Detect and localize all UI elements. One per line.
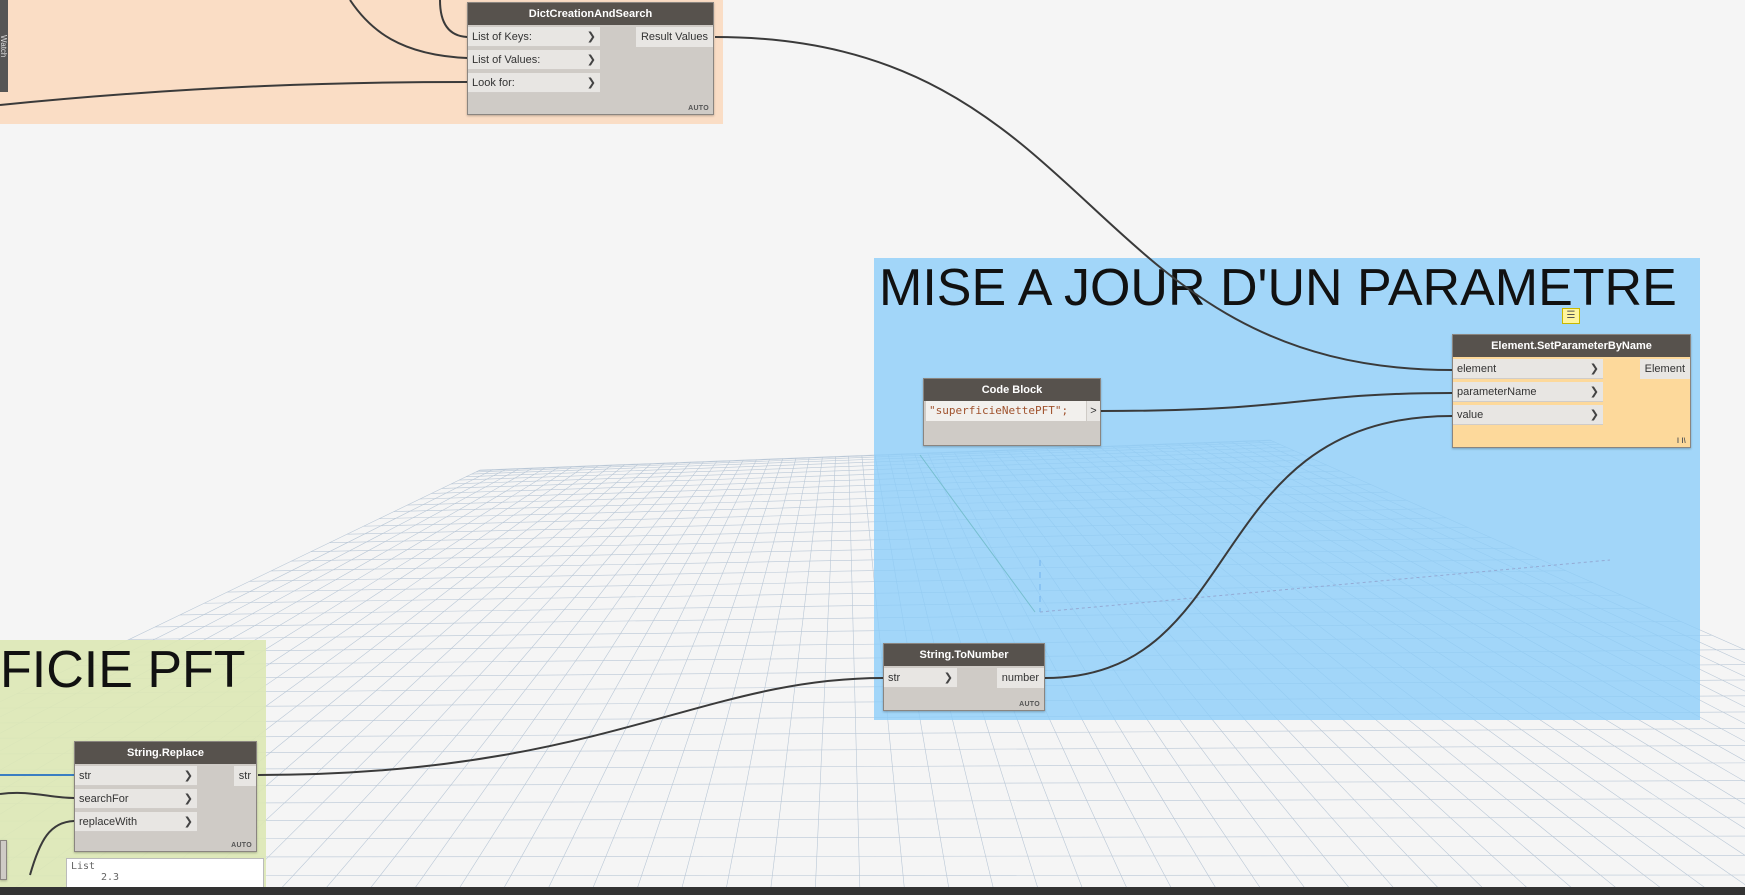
group-title: FICIE PFT [0, 641, 246, 699]
grid-line [499, 459, 744, 895]
grid-line [589, 458, 770, 895]
node-title: DictCreationAndSearch [468, 3, 713, 25]
note-icon[interactable]: ☰ [1562, 308, 1580, 324]
input-port-str[interactable]: str ❯ [75, 766, 197, 786]
port-label: Look for: [472, 77, 515, 89]
lacing-indicator: AUTO [688, 105, 709, 112]
grid-line [814, 456, 836, 895]
grid-line [848, 455, 861, 895]
input-port-list-of-values[interactable]: List of Values: ❯ [468, 50, 600, 70]
input-port-str[interactable]: str ❯ [884, 668, 957, 688]
chevron-right-icon: ❯ [586, 30, 596, 43]
port-label: searchFor [79, 793, 129, 805]
input-port-look-for[interactable]: Look for: ❯ [468, 73, 600, 93]
grid-line [634, 458, 784, 895]
input-port-element[interactable]: element ❯ [1453, 359, 1603, 379]
output-port-str[interactable]: str [233, 766, 256, 786]
port-label: str [888, 672, 901, 684]
group-title: MISE A JOUR D'UN PARAMETRE [879, 259, 1677, 317]
preview-title: List [71, 861, 96, 872]
chevron-right-icon: ❯ [586, 76, 596, 89]
node-preview-bubble[interactable]: List 2.3 [66, 858, 264, 888]
grid-line [769, 456, 823, 895]
grid-line [544, 459, 757, 895]
node-title: Code Block [924, 379, 1100, 401]
input-port-value[interactable]: value ❯ [1453, 405, 1603, 425]
bottom-status-bar [0, 887, 1745, 895]
grid-line [229, 462, 665, 895]
node-element-set-parameter-by-name[interactable]: Element.SetParameterByName element ❯ par… [1452, 334, 1691, 448]
chevron-right-icon: ❯ [1589, 408, 1599, 421]
port-label: List of Values: [472, 54, 541, 66]
watch-node-label: Watch [0, 34, 8, 58]
chevron-right-icon: ❯ [183, 769, 193, 782]
chevron-right-icon: ❯ [586, 53, 596, 66]
output-port-number[interactable]: number [996, 668, 1044, 688]
input-port-replace-with[interactable]: replaceWith ❯ [75, 812, 197, 832]
node-title: String.Replace [75, 742, 256, 764]
port-label: value [1457, 409, 1484, 421]
preview-value: 2.3 [101, 872, 120, 883]
port-label: element [1457, 363, 1497, 375]
node-title: Element.SetParameterByName [1453, 335, 1690, 357]
node-partial-left[interactable] [0, 840, 7, 880]
code-editor[interactable]: "superficieNettePFT"; [926, 401, 1086, 421]
grid-line [409, 460, 718, 895]
node-title: String.ToNumber [884, 644, 1044, 666]
grid-line [274, 462, 678, 895]
node-string-replace[interactable]: String.Replace str ❯ searchFor ❯ replace… [74, 741, 257, 852]
port-label: parameterName [1457, 386, 1537, 398]
node-string-to-number[interactable]: String.ToNumber str ❯ number AUTO [883, 643, 1045, 711]
lacing-indicator: l l\ [1677, 438, 1686, 445]
input-port-search-for[interactable]: searchFor ❯ [75, 789, 197, 809]
chevron-right-icon: ❯ [943, 671, 953, 684]
port-label: str [79, 770, 92, 782]
node-code-block[interactable]: Code Block "superficieNettePFT"; > [923, 378, 1101, 446]
output-port-element[interactable]: Element [1639, 359, 1690, 379]
chevron-right-icon: ❯ [183, 815, 193, 828]
grid-line [679, 457, 797, 895]
chevron-right-icon: ❯ [1589, 385, 1599, 398]
node-dict-creation-and-search[interactable]: DictCreationAndSearch List of Keys: ❯ Li… [467, 2, 714, 115]
input-port-list-of-keys[interactable]: List of Keys: ❯ [468, 27, 600, 47]
input-port-parameter-name[interactable]: parameterName ❯ [1453, 382, 1603, 402]
lacing-indicator: AUTO [1019, 701, 1040, 708]
grid-line [724, 457, 810, 895]
port-label: replaceWith [79, 816, 138, 828]
grid-line [454, 460, 731, 895]
output-port-code[interactable]: > [1087, 401, 1100, 421]
lacing-indicator: AUTO [231, 842, 252, 849]
grid-line [319, 461, 691, 895]
output-port-result-values[interactable]: Result Values [635, 27, 713, 47]
chevron-right-icon: ❯ [1589, 362, 1599, 375]
chevron-right-icon: ❯ [183, 792, 193, 805]
port-label: List of Keys: [472, 31, 532, 43]
grid-line [364, 461, 705, 895]
watch-node-edge[interactable]: Watch [0, 0, 8, 92]
